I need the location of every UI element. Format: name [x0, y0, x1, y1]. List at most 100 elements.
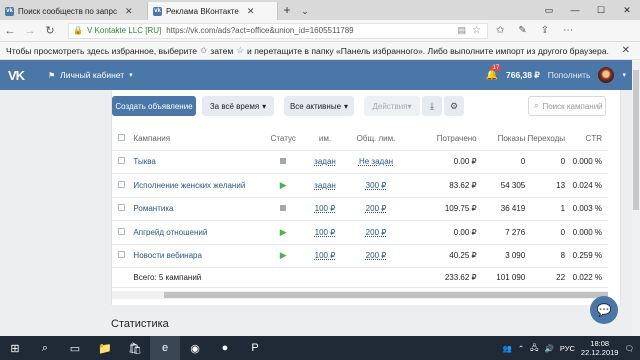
- forward-icon[interactable]: →: [20, 25, 40, 37]
- play-icon[interactable]: ▶: [280, 227, 287, 237]
- create-ad-button[interactable]: Создать объявление: [112, 96, 196, 116]
- tab-list-chevron-icon[interactable]: ⌄: [296, 2, 314, 20]
- back-icon[interactable]: ←: [0, 25, 20, 37]
- clock-date: 22.12.2019: [580, 348, 619, 357]
- total-limit-link[interactable]: 200 ₽: [347, 197, 405, 221]
- task-view-icon[interactable]: ▭: [60, 336, 90, 360]
- favorites-hub-icon[interactable]: ✩: [496, 25, 504, 36]
- profile-chevron-down-icon[interactable]: ▾: [622, 71, 626, 79]
- table-horizontal-scrollbar[interactable]: [112, 291, 608, 299]
- ctr-cell: 0.003 %: [565, 197, 608, 221]
- url-input[interactable]: 🔒 V Kontakte LLC [RU] https://vk.com/ads…: [68, 22, 488, 39]
- download-button[interactable]: ⤓: [422, 96, 442, 116]
- paused-icon[interactable]: [280, 205, 287, 212]
- people-icon[interactable]: 👥: [503, 344, 512, 353]
- header-views[interactable]: Показы: [476, 128, 526, 151]
- vk-favicon-icon: vk: [5, 6, 14, 16]
- paused-icon[interactable]: [280, 158, 287, 165]
- row-checkbox-cell: [112, 150, 134, 174]
- campaign-name-link[interactable]: Новости вебинара: [133, 244, 264, 268]
- new-tab-button[interactable]: +: [278, 2, 296, 20]
- campaign-name-link[interactable]: Тыква: [133, 150, 264, 174]
- total-limit-link[interactable]: 300 ₽: [347, 173, 405, 198]
- topup-link[interactable]: Пополнить: [548, 70, 591, 80]
- minimize-icon[interactable]: —: [562, 0, 588, 20]
- header-status[interactable]: Статус: [263, 128, 303, 151]
- close-window-icon[interactable]: ✕: [614, 0, 640, 20]
- avatar[interactable]: [598, 67, 615, 83]
- vk-logo[interactable]: VK: [8, 68, 32, 83]
- ctr-cell: 0.259 %: [565, 244, 608, 268]
- play-icon[interactable]: ▶: [280, 250, 287, 260]
- im-limit-link[interactable]: 100 ₽: [302, 197, 348, 221]
- im-limit-link[interactable]: 100 ₽: [302, 244, 348, 268]
- status-filter-dropdown[interactable]: Все активные ▾: [284, 96, 354, 116]
- play-icon[interactable]: ▶: [280, 180, 287, 190]
- store-icon[interactable]: 🛍: [120, 336, 150, 360]
- tab-close-icon[interactable]: ✕: [125, 6, 133, 17]
- more-icon[interactable]: ⋯: [563, 25, 573, 36]
- tab-close-icon[interactable]: ✕: [247, 6, 255, 17]
- volume-icon[interactable]: 🔊: [545, 344, 554, 353]
- campaign-name-link[interactable]: Апгрейд отношений: [133, 220, 264, 245]
- campaign-search-input[interactable]: ⌕ Поиск кампаний: [528, 96, 606, 116]
- im-limit-link[interactable]: задан: [302, 150, 348, 174]
- total-limit-link[interactable]: 200 ₽: [347, 220, 405, 245]
- select-all-checkbox[interactable]: [118, 134, 125, 142]
- page-vertical-scrollbar[interactable]: [632, 60, 640, 340]
- browser-tab-vk-ads[interactable]: vk Реклама ВКонтакте ✕: [148, 2, 278, 20]
- notes-icon[interactable]: ✎: [518, 25, 526, 36]
- favorite-star-icon[interactable]: ☆: [472, 25, 481, 36]
- header-clicks[interactable]: Переходы: [525, 128, 566, 151]
- network-icon[interactable]: 🖧: [530, 342, 538, 355]
- period-dropdown[interactable]: За всё время ▾: [202, 96, 274, 116]
- im-limit-link[interactable]: задан: [302, 173, 348, 198]
- reading-view-icon[interactable]: ▤: [458, 25, 467, 36]
- chrome-icon[interactable]: ◉: [180, 336, 210, 360]
- page-scrollbar-thumb[interactable]: [633, 70, 639, 210]
- edge-browser-icon[interactable]: e: [150, 336, 180, 360]
- scrollbar-thumb[interactable]: [164, 292, 608, 298]
- clock[interactable]: 18:08 22.12.2019: [581, 339, 619, 357]
- windows-start-icon[interactable]: ⊞: [0, 336, 30, 360]
- row-checkbox[interactable]: [118, 204, 125, 212]
- favorites-hint-close-icon[interactable]: ✕: [622, 45, 630, 56]
- file-explorer-icon[interactable]: 📁: [90, 336, 120, 360]
- row-checkbox[interactable]: [118, 227, 125, 235]
- tray-chevron-up-icon[interactable]: ⌃: [518, 344, 524, 353]
- window-tabs-icon[interactable]: ▭: [536, 0, 562, 20]
- row-checkbox[interactable]: [118, 251, 125, 259]
- header-limit[interactable]: Общ. лим.: [347, 128, 405, 151]
- row-checkbox[interactable]: [118, 157, 125, 165]
- chat-support-button[interactable]: 💬: [590, 296, 618, 324]
- im-limit-link[interactable]: 100 ₽: [302, 220, 348, 245]
- keyboard-language[interactable]: РУС: [560, 344, 575, 353]
- browser-tab-strip: vk Поиск сообществ по запрс ✕ vk Реклама…: [0, 0, 640, 20]
- action-center-icon[interactable]: 🗨: [624, 344, 634, 353]
- recorder-icon[interactable]: ●: [210, 336, 240, 360]
- refresh-icon[interactable]: ↻: [40, 24, 60, 37]
- share-icon[interactable]: ⇪: [541, 25, 549, 36]
- maximize-icon[interactable]: ☐: [588, 0, 614, 20]
- favorites-add-icon: ☆: [236, 45, 245, 55]
- search-icon[interactable]: ⌕: [30, 336, 60, 360]
- header-campaign[interactable]: Кампания: [133, 128, 264, 151]
- browser-tab-search-communities[interactable]: vk Поиск сообществ по запрс ✕: [0, 2, 148, 20]
- row-checkbox[interactable]: [118, 180, 125, 188]
- header-im[interactable]: им.: [302, 128, 348, 151]
- header-spent[interactable]: Потрачено: [404, 128, 477, 151]
- header-ctr[interactable]: CTR: [565, 128, 608, 151]
- total-limit-link[interactable]: Не задан: [347, 150, 405, 174]
- clicks-cell: 0: [525, 150, 566, 174]
- actions-dropdown[interactable]: Действия ▾: [364, 96, 420, 116]
- notifications-bell-icon[interactable]: 🔔 17: [486, 64, 502, 81]
- settings-button[interactable]: ⚙: [444, 96, 464, 116]
- powerpoint-icon[interactable]: P: [240, 336, 270, 360]
- total-limit-link[interactable]: 200 ₽: [347, 244, 405, 268]
- cabinet-selector[interactable]: ⚑ Личный кабинет ▾: [48, 70, 133, 80]
- notifications-badge: 17: [490, 64, 502, 71]
- campaign-name-link[interactable]: Романтика: [133, 197, 264, 221]
- spent-cell: 0.00 ₽: [404, 220, 477, 245]
- clicks-cell: 8: [525, 244, 566, 268]
- campaign-name-link[interactable]: Исполнение женских желаний: [133, 173, 264, 198]
